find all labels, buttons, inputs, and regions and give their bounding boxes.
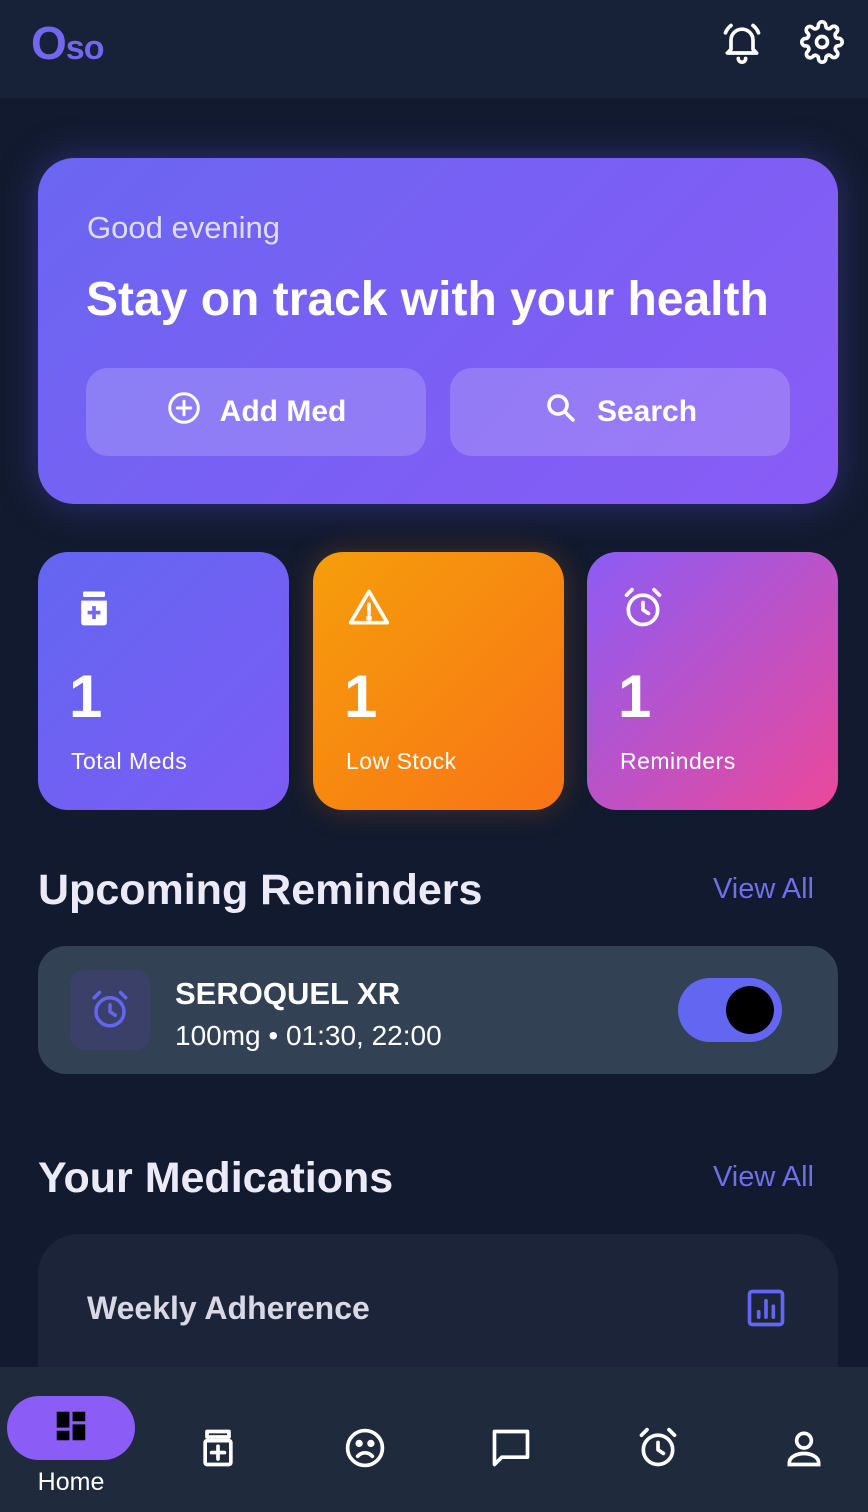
alarm-clock-icon: [636, 1427, 680, 1474]
medicine-bottle-icon: [72, 586, 116, 630]
reminder-med-name: SEROQUEL XR: [175, 976, 401, 1011]
search-button[interactable]: Search: [450, 368, 790, 456]
search-label: Search: [596, 395, 698, 428]
add-circle-icon: [166, 390, 202, 434]
settings-gear-icon[interactable]: [800, 20, 844, 64]
nav-item-chat[interactable]: [489, 1426, 533, 1475]
reminder-toggle[interactable]: [678, 978, 782, 1042]
adherence-title: Weekly Adherence: [87, 1290, 370, 1326]
medications-view-all-link[interactable]: View All: [713, 1161, 814, 1194]
nav-item-mood[interactable]: [343, 1426, 387, 1475]
search-icon: [543, 390, 579, 434]
add-med-button[interactable]: Add Med: [86, 368, 426, 456]
stat-label: Reminders: [620, 748, 736, 774]
nav-home-pill: [7, 1396, 135, 1460]
stat-value: 1: [69, 663, 103, 730]
app-logo: Oso: [31, 17, 104, 69]
welcome-hero-card: Good evening Stay on track with your hea…: [38, 158, 838, 504]
dashboard-icon: [52, 1407, 90, 1450]
toggle-knob: [726, 986, 774, 1034]
stat-card-reminders[interactable]: 1 Reminders: [587, 552, 838, 810]
nav-home-label: Home: [37, 1468, 105, 1496]
nav-item-profile[interactable]: [782, 1426, 826, 1475]
chat-icon: [489, 1429, 533, 1474]
bottom-navigation-bar: Home: [0, 1367, 868, 1512]
reminders-view-all-link[interactable]: View All: [713, 873, 814, 906]
stat-value: 1: [618, 663, 652, 730]
stat-card-total-meds[interactable]: 1 Total Meds: [38, 552, 289, 810]
medicine-bottle-icon: [196, 1429, 240, 1474]
profile-icon: [782, 1431, 826, 1474]
warning-icon: [347, 586, 391, 630]
bar-chart-icon[interactable]: [744, 1286, 788, 1330]
hero-headline: Stay on track with your health: [86, 273, 769, 326]
top-app-bar: Oso: [0, 0, 868, 98]
stat-card-low-stock[interactable]: 1 Low Stock: [313, 552, 564, 810]
sad-face-icon: [343, 1428, 387, 1474]
reminder-med-detail: 100mg • 01:30, 22:00: [175, 1020, 442, 1051]
reminder-alarm-icon: [70, 970, 150, 1050]
nav-item-home[interactable]: Home: [0, 1367, 142, 1512]
reminder-item[interactable]: SEROQUEL XR 100mg • 01:30, 22:00: [38, 946, 838, 1074]
reminders-section-title: Upcoming Reminders: [38, 866, 483, 914]
medications-section-title: Your Medications: [38, 1154, 394, 1202]
notification-bell-icon[interactable]: [720, 20, 764, 64]
nav-item-reminders[interactable]: [636, 1426, 680, 1475]
stat-label: Low Stock: [346, 748, 457, 774]
greeting-text: Good evening: [87, 210, 281, 245]
add-med-label: Add Med: [219, 395, 347, 428]
stat-value: 1: [344, 663, 378, 730]
alarm-clock-icon: [621, 586, 665, 630]
stat-label: Total Meds: [71, 748, 188, 774]
nav-item-medications[interactable]: [196, 1426, 240, 1475]
